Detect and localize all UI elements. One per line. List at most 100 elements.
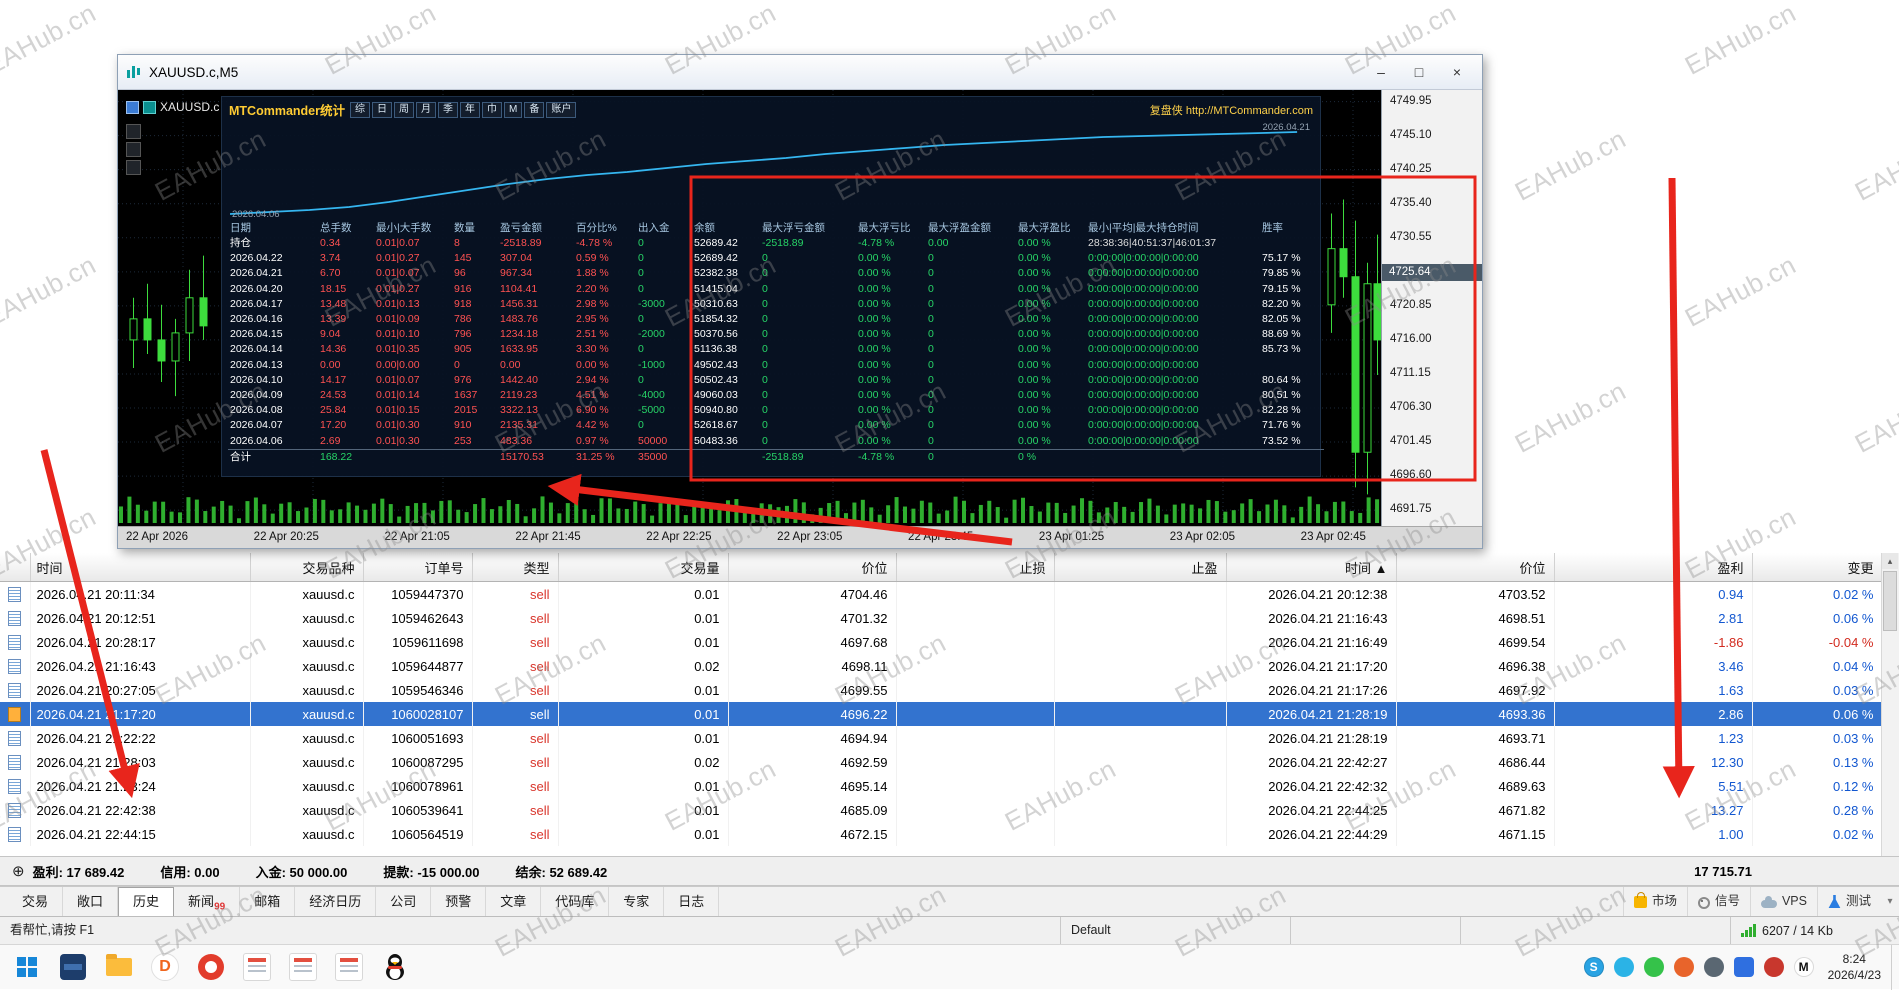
stats-tab-M[interactable]: M [503, 101, 523, 118]
history-col-header[interactable]: 变更 [1752, 553, 1883, 582]
tab-专家[interactable]: 专家 [609, 887, 665, 916]
tray-icon[interactable] [1763, 957, 1784, 977]
stats-cell: 0.00 % [1018, 267, 1051, 280]
tab-经济日历[interactable]: 经济日历 [295, 887, 377, 916]
stats-tab-年[interactable]: 年 [459, 101, 480, 118]
start-button[interactable] [4, 947, 50, 987]
chevron-down-icon[interactable]: ▾ [1881, 887, 1899, 916]
stats-tab-巾[interactable]: 巾 [481, 101, 502, 118]
symbol-chip[interactable]: XAUUSD.c [126, 100, 219, 114]
minimize-button[interactable]: – [1364, 60, 1398, 84]
taskbar-app-browser-d[interactable]: D [142, 947, 188, 987]
history-cell: 4692.59 [728, 750, 897, 774]
history-col-header[interactable]: 交易品种 [250, 553, 364, 582]
history-col-header[interactable]: 交易量 [558, 553, 729, 582]
stats-cell: 1442.40 [500, 373, 538, 386]
stats-tab-日[interactable]: 日 [371, 101, 392, 118]
close-button[interactable]: × [1440, 60, 1474, 84]
stats-tab-月[interactable]: 月 [415, 101, 436, 118]
tool-test[interactable]: 测试 [1816, 887, 1881, 916]
history-row[interactable]: 2026.04.21 21:16:43 xauusd.c 1059644877 sel… [0, 654, 1883, 678]
history-col-header[interactable]: 价位 [1396, 553, 1555, 582]
chart-plot[interactable]: XAUUSD.c MTCommander统计 综日周月季年巾 M 备账户 复盘侠 h… [118, 90, 1382, 526]
chart-window-titlebar[interactable]: XAUUSD.c,M5 – □ × [118, 55, 1482, 90]
history-row[interactable]: 2026.04.21 21:23:24 xauusd.c 1060078961 sel… [0, 774, 1883, 798]
history-row[interactable]: 2026.04.21 20:12:51 xauusd.c 1059462643 sel… [0, 606, 1883, 630]
tab-新闻[interactable]: 新闻99 [174, 887, 241, 916]
history-cell: 0.28 % [1752, 798, 1883, 822]
tool-market[interactable]: 市场 [1622, 887, 1687, 916]
tab-日志[interactable]: 日志 [664, 887, 720, 916]
tray-icon[interactable]: S [1583, 957, 1604, 977]
stats-cell: 483.36 [500, 434, 533, 447]
history-row[interactable]: 2026.04.21 21:17:20 xauusd.c 1060028107 sel… [0, 702, 1883, 726]
stats-tab-周[interactable]: 周 [393, 101, 414, 118]
history-cell: 2026.04.21 20:27:05 [30, 678, 251, 702]
stats-cell: 1234.18 [500, 328, 538, 341]
chart-mini-toolbar[interactable] [126, 124, 141, 175]
tab-文章[interactable]: 文章 [486, 887, 542, 916]
history-col-header[interactable]: 时间 [30, 553, 251, 582]
mini-button[interactable] [126, 124, 141, 139]
tray-icon[interactable] [1673, 957, 1694, 977]
stats-tab-综[interactable]: 综 [349, 101, 370, 118]
taskbar-app-folder[interactable] [96, 947, 142, 987]
tab-敞口[interactable]: 敞口 [63, 887, 119, 916]
profile-selector[interactable]: Default [1061, 917, 1291, 944]
history-col-header[interactable]: 类型 [472, 553, 559, 582]
show-desktop-button[interactable] [1891, 944, 1899, 990]
history-row[interactable]: 2026.04.21 21:28:03 xauusd.c 1060087295 sel… [0, 750, 1883, 774]
connection-status[interactable]: 6207 / 14 Kb [1731, 917, 1899, 944]
taskbar-app-browser-red[interactable] [188, 947, 234, 987]
tab-交易[interactable]: 交易 [8, 887, 64, 916]
history-row[interactable]: 2026.04.21 20:28:17 xauusd.c 1059611698 sel… [0, 630, 1883, 654]
history-cell [896, 606, 1055, 630]
taskbar-app-doc-1[interactable] [234, 947, 280, 987]
taskbar-app-qq[interactable] [372, 947, 418, 987]
grid-icon [126, 100, 139, 114]
stats-cell: 916 [454, 282, 472, 295]
history-row[interactable]: 2026.04.21 20:27:05 xauusd.c 1059546346 sel… [0, 678, 1883, 702]
scrollbar-thumb[interactable] [1883, 571, 1897, 631]
mini-button[interactable] [126, 142, 141, 157]
stats-tab-季[interactable]: 季 [437, 101, 458, 118]
stats-tab-备[interactable]: 备 [524, 101, 545, 118]
tray-icon[interactable] [1643, 957, 1664, 977]
mini-button[interactable] [126, 160, 141, 175]
tray-icon[interactable]: M [1793, 957, 1814, 977]
history-col-header[interactable]: 止损 [896, 553, 1055, 582]
history-row[interactable]: 2026.04.21 22:42:38 xauusd.c 1060539641 sel… [0, 798, 1883, 822]
history-col-header[interactable]: 价位 [728, 553, 897, 582]
history-row[interactable]: 2026.04.21 20:11:34 xauusd.c 1059447370 sel… [0, 581, 1883, 606]
taskbar-clock[interactable]: 8:24 2026/4/23 [1828, 951, 1881, 983]
stats-cell: 96 [454, 267, 466, 280]
history-col-header[interactable]: 订单号 [363, 553, 473, 582]
scroll-up-icon[interactable]: ▴ [1882, 553, 1898, 569]
stats-cell: 2026.04.21 [230, 267, 283, 280]
tab-代码库[interactable]: 代码库 [541, 887, 610, 916]
chart-window[interactable]: XAUUSD.c,M5 – □ × XAUUSD.c MTCommander统计… [117, 54, 1483, 549]
stats-cell: 0 [638, 282, 644, 295]
tab-历史[interactable]: 历史 [118, 887, 175, 916]
tab-预警[interactable]: 预警 [431, 887, 487, 916]
stats-tab-账户[interactable]: 账户 [546, 101, 577, 118]
taskbar-app-doc-2[interactable] [280, 947, 326, 987]
tray-icon[interactable] [1703, 957, 1724, 977]
tab-公司[interactable]: 公司 [376, 887, 432, 916]
history-col-header[interactable]: 时间 ▲ [1226, 553, 1397, 582]
history-col-header[interactable]: 止盈 [1054, 553, 1227, 582]
taskbar-app-explorer[interactable] [50, 947, 96, 987]
expand-icon[interactable]: ⊕ [12, 862, 25, 880]
tray-icon[interactable] [1613, 957, 1634, 977]
history-row[interactable]: 2026.04.21 22:44:15 xauusd.c 1060564519 sel… [0, 822, 1883, 846]
maximize-button[interactable]: □ [1402, 60, 1436, 84]
history-row[interactable]: 2026.04.21 21:22:22 xauusd.c 1060051693 sel… [0, 726, 1883, 750]
history-cell: 2026.04.21 22:44:15 [30, 822, 251, 846]
history-col-header[interactable]: 盈利 [1554, 553, 1753, 582]
tab-邮箱[interactable]: 邮箱 [240, 887, 296, 916]
history-scrollbar[interactable]: ▴ ▾ [1881, 553, 1899, 886]
tool-signal[interactable]: 信号 [1686, 887, 1750, 916]
taskbar-app-doc-3[interactable] [326, 947, 372, 987]
tray-icon[interactable] [1733, 957, 1754, 977]
tool-vps[interactable]: VPS [1749, 887, 1817, 916]
